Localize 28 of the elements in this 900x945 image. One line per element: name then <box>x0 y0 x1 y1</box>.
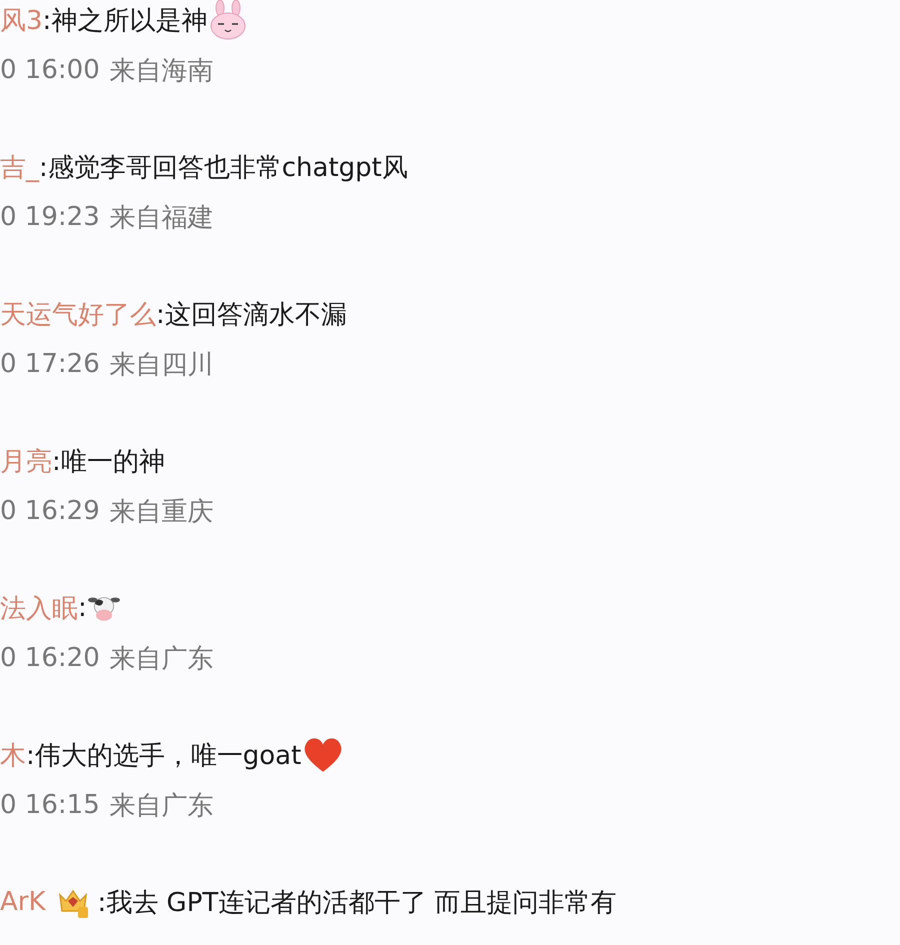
comment-time: 0 19:23 <box>0 202 100 232</box>
comment-text: :我去 GPT连记者的活都干了 而且提问非常有 <box>98 886 617 920</box>
comment-time: 0 17:26 <box>0 349 100 379</box>
comment-time: 0 16:15 <box>0 790 100 820</box>
comment-location: 来自四川 <box>110 348 214 382</box>
comment-location: 来自重庆 <box>110 496 214 528</box>
heart-emoji-icon <box>302 736 344 774</box>
username-link[interactable]: 月亮 <box>0 444 52 478</box>
comment-location: 来自福建 <box>110 202 214 234</box>
comment-text: :这回答滴水不漏 <box>156 298 347 332</box>
comment-text: :神之所以是神 <box>42 4 208 38</box>
comment-time: 0 16:29 <box>0 496 100 526</box>
comment-location: 来自广东 <box>110 790 214 822</box>
username-link[interactable]: 风3 <box>0 2 43 38</box>
username-link[interactable]: 吉_ <box>0 150 39 184</box>
comment-location: 来自广东 <box>110 642 214 676</box>
comment-text: : <box>78 593 87 623</box>
username-link[interactable]: 法入眠 <box>0 590 78 626</box>
comment-time: 0 16:00 <box>0 55 100 85</box>
comment-time: 0 16:20 <box>0 643 100 673</box>
username-link[interactable]: ArK <box>0 887 46 917</box>
username-link[interactable]: 木 <box>0 738 26 772</box>
comment-text: :感觉李哥回答也非常chatgpt风 <box>39 152 408 184</box>
comment-location: 来自海南 <box>110 54 214 88</box>
username-link[interactable]: 天运气好了么 <box>0 296 156 332</box>
comment-text: :唯一的神 <box>52 446 165 478</box>
bunny-emoji-icon <box>208 0 248 40</box>
comment-text: :伟大的选手，唯一goat <box>26 740 302 772</box>
